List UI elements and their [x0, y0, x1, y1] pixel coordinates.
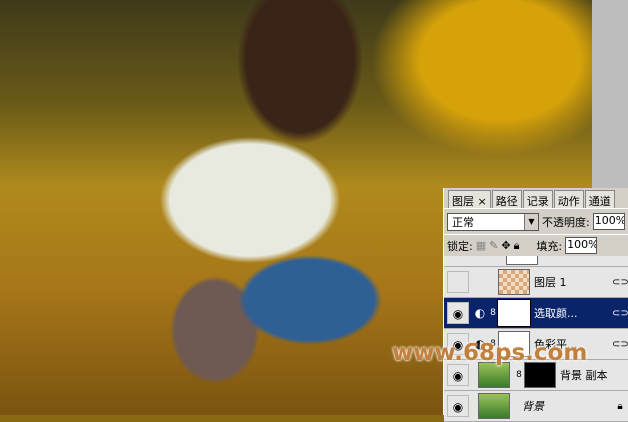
tab-label: 图层: [452, 195, 474, 208]
lock-paint-icon[interactable]: ✎: [489, 239, 498, 252]
lock-icon: 🔒︎: [617, 400, 623, 412]
fill-input[interactable]: 100%: [565, 237, 598, 254]
layer-partial[interactable]: [444, 256, 628, 267]
close-icon[interactable]: ×: [478, 195, 487, 208]
adjustment-icon: ◐: [474, 306, 486, 320]
tab-history[interactable]: 记录: [522, 190, 553, 208]
canvas-background: [592, 0, 628, 188]
opacity-input[interactable]: 100%: [592, 213, 625, 230]
tab-paths[interactable]: 路径: [491, 190, 522, 208]
link-icon: ⊂⊃: [612, 276, 628, 288]
layer-thumbnail: [478, 393, 510, 419]
tab-actions[interactable]: 动作: [553, 190, 584, 208]
layer-row[interactable]: ◉ 背景 🔒︎: [444, 391, 628, 422]
eye-icon[interactable]: ◉: [447, 302, 469, 324]
layer-name: 背景: [522, 400, 544, 413]
link-icon: ⊂⊃: [612, 307, 628, 319]
layer-thumbnail: [498, 269, 530, 295]
lock-position-icon[interactable]: ✥: [501, 239, 510, 252]
opacity-label: 不透明度:: [542, 215, 590, 229]
chevron-down-icon: ▼: [524, 213, 538, 230]
layers-panel: 图层 × 路径 记录 动作 通道 正常 ▼ 不透明度: 100% 锁定: ▦ ✎ …: [443, 188, 628, 422]
lock-label: 锁定:: [447, 239, 473, 253]
layer-name: 选取颜...: [534, 307, 578, 320]
link-icon: ⊂⊃: [612, 338, 628, 350]
lock-transparency-icon[interactable]: ▦: [476, 239, 486, 252]
lock-all-icon[interactable]: 🔒︎: [514, 239, 520, 253]
layer-name: 背景 副本: [560, 369, 608, 382]
eye-icon[interactable]: ◉: [447, 395, 469, 417]
layer-row-selected[interactable]: ◉ ◐ 8 选取颜... ⊂⊃: [444, 298, 628, 329]
layers-list: 图层 1 ⊂⊃ ◉ ◐ 8 选取颜... ⊂⊃ ◉ ◐ 8 色彩平... ⊂⊃ ◉ …: [444, 256, 628, 422]
eye-icon[interactable]: ◉: [447, 364, 469, 386]
blend-mode-value: 正常: [452, 215, 474, 229]
visibility-toggle[interactable]: [447, 271, 469, 293]
tab-channels[interactable]: 通道: [584, 190, 615, 208]
layer-row[interactable]: 图层 1 ⊂⊃: [444, 267, 628, 298]
watermark: www.68ps.com: [392, 340, 588, 366]
layer-name: 图层 1: [534, 276, 567, 289]
mask-thumbnail: [497, 299, 531, 327]
mask-link-icon: 8: [516, 370, 522, 380]
fill-label: 填充:: [536, 239, 563, 253]
blend-mode-select[interactable]: 正常 ▼: [447, 212, 539, 231]
mask-link-icon: 8: [490, 308, 496, 318]
tab-layers[interactable]: 图层 ×: [448, 190, 491, 208]
